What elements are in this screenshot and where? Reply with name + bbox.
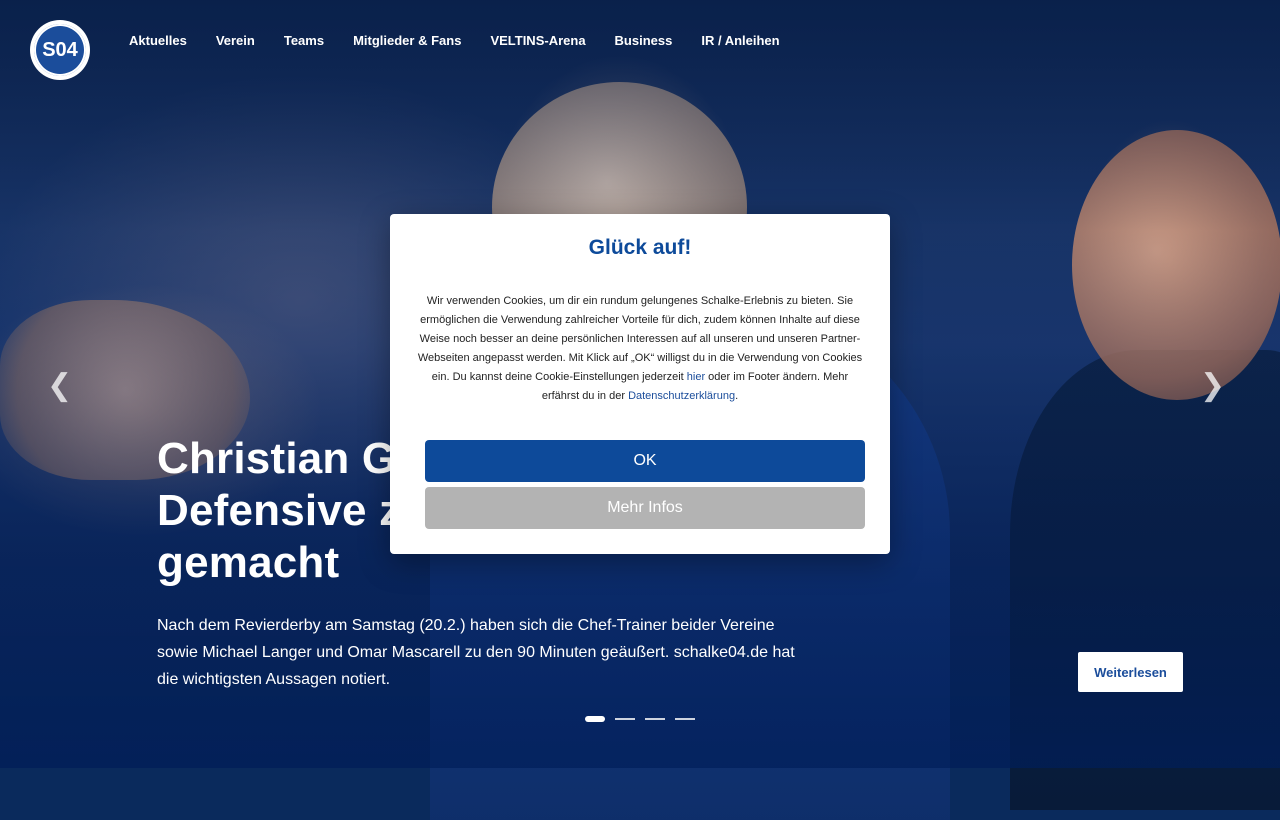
cookie-more-info-button[interactable]: Mehr Infos (425, 487, 865, 529)
slider-dot-2[interactable] (615, 718, 635, 720)
slider-dot-4[interactable] (675, 718, 695, 720)
club-logo[interactable]: S04 (30, 20, 90, 80)
nav-item-business[interactable]: Business (615, 33, 673, 48)
read-more-button[interactable]: Weiterlesen (1078, 652, 1183, 692)
cookie-text-part-3: . (735, 390, 739, 402)
club-logo-emblem: S04 (34, 24, 86, 76)
cookie-consent-dialog: Glück auf! Wir verwenden Cookies, um dir… (390, 214, 890, 554)
slider-dot-3[interactable] (645, 718, 665, 720)
cookie-dialog-text: Wir verwenden Cookies, um dir ein rundum… (415, 292, 865, 406)
chevron-right-icon[interactable]: ❯ (1200, 368, 1225, 403)
nav-item-teams[interactable]: Teams (284, 33, 324, 48)
main-navigation: Aktuelles Verein Teams Mitglieder & Fans… (129, 33, 809, 48)
nav-item-veltins-arena[interactable]: VELTINS-Arena (490, 33, 585, 48)
nav-item-verein[interactable]: Verein (216, 33, 255, 48)
privacy-policy-link[interactable]: Datenschutzerklärung (628, 390, 735, 402)
nav-item-mitglieder-fans[interactable]: Mitglieder & Fans (353, 33, 461, 48)
slider-pagination (585, 716, 695, 722)
chevron-left-icon[interactable]: ❮ (47, 368, 72, 403)
slider-dot-1[interactable] (585, 716, 605, 722)
nav-item-aktuelles[interactable]: Aktuelles (129, 33, 187, 48)
cookie-ok-button[interactable]: OK (425, 440, 865, 482)
cookie-text-part-1: Wir verwenden Cookies, um dir ein rundum… (417, 295, 863, 383)
cookie-settings-link[interactable]: hier (687, 371, 705, 383)
hero-lede: Nach dem Revierderby am Samstag (20.2.) … (157, 617, 795, 688)
nav-item-ir-anleihen[interactable]: IR / Anleihen (701, 33, 779, 48)
cookie-dialog-title: Glück auf! (588, 236, 692, 259)
